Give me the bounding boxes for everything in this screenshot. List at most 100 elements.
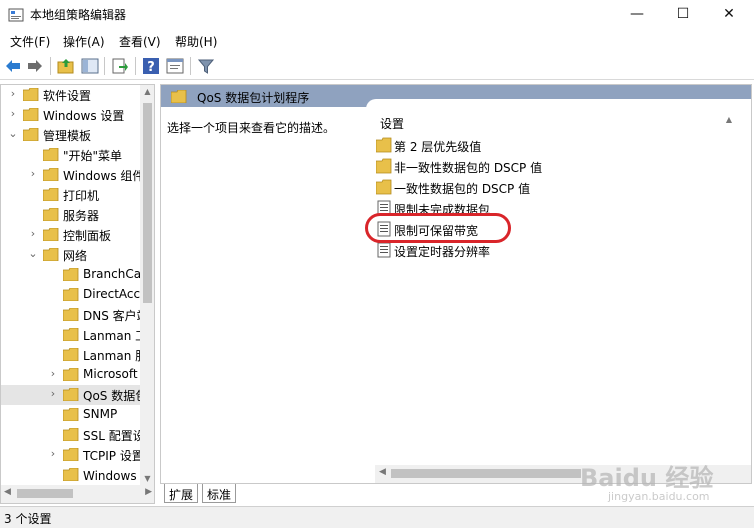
tree-item[interactable]: ⌄ 管理模板: [1, 125, 141, 145]
tree-item[interactable]: Windows 连接管理器: [1, 465, 141, 485]
menu-view[interactable]: 查看(V): [119, 33, 161, 50]
setting-label: 第 2 层优先级值: [394, 140, 482, 154]
chevron-right-icon[interactable]: [47, 287, 59, 301]
scroll-thumb[interactable]: [17, 489, 73, 498]
tree-item[interactable]: Lanman 服务器: [1, 345, 141, 365]
scroll-thumb[interactable]: [391, 469, 581, 478]
chevron-right-icon[interactable]: ›: [7, 107, 19, 121]
console-tree: › 软件设置 › Windows 设置 ⌄ 管理模板 "开始"菜单 › Windows 组件 打印…: [0, 84, 155, 504]
chevron-right-icon[interactable]: ›: [27, 227, 39, 241]
tree-item[interactable]: › Windows 组件: [1, 165, 141, 185]
folder-icon: [376, 158, 392, 174]
tree-item[interactable]: DirectAccess: [1, 285, 141, 305]
folder-icon: [63, 408, 79, 421]
tree-item[interactable]: › Windows 设置: [1, 105, 141, 125]
folder-icon: [63, 308, 79, 321]
properties-icon[interactable]: [166, 57, 184, 75]
chevron-right-icon[interactable]: [47, 427, 59, 441]
setting-row[interactable]: 第 2 层优先级值: [376, 135, 676, 155]
highlight-annotation: [365, 213, 511, 243]
chevron-right-icon[interactable]: ›: [47, 387, 59, 401]
scroll-right-arrow-icon[interactable]: ▶: [145, 487, 152, 497]
minimize-button[interactable]: —: [614, 0, 660, 30]
tree-item[interactable]: 服务器: [1, 205, 141, 225]
settings-column-header[interactable]: 设置: [380, 115, 404, 132]
chevron-down-icon[interactable]: ⌄: [27, 247, 39, 261]
tree-item[interactable]: Lanman 工作站: [1, 325, 141, 345]
folder-icon: [63, 428, 79, 441]
scroll-thumb[interactable]: [143, 103, 152, 303]
scroll-up-arrow-icon[interactable]: ▲: [721, 115, 737, 124]
tree-item[interactable]: › TCPIP 设置: [1, 445, 141, 465]
chevron-right-icon[interactable]: [47, 407, 59, 421]
scroll-down-arrow-icon[interactable]: ▼: [140, 474, 154, 483]
tree-item[interactable]: SNMP: [1, 405, 141, 425]
toolbar-separator: [104, 57, 105, 75]
toolbar: ?: [0, 53, 754, 80]
scroll-left-arrow-icon[interactable]: ◀: [4, 487, 11, 497]
tree-item[interactable]: BranchCache: [1, 265, 141, 285]
tab-extended[interactable]: 扩展: [164, 484, 199, 503]
chevron-right-icon[interactable]: [27, 147, 39, 161]
folder-icon: [63, 328, 79, 341]
tree-item[interactable]: DNS 客户端: [1, 305, 141, 325]
tree-item-label: QoS 数据包计划程序: [83, 389, 141, 403]
tab-standard[interactable]: 标准: [202, 484, 237, 503]
menu-help[interactable]: 帮助(H): [175, 33, 217, 50]
tree-vertical-scrollbar[interactable]: ▲ ▼: [140, 85, 154, 485]
tree-item[interactable]: 打印机: [1, 185, 141, 205]
tree-item-label: 管理模板: [43, 129, 92, 143]
back-arrow-icon[interactable]: [4, 57, 22, 75]
tree-item[interactable]: › 控制面板: [1, 225, 141, 245]
baidu-watermark-url: jingyan.baidu.com: [608, 490, 710, 503]
folder-icon: [43, 248, 59, 261]
window-title: 本地组策略编辑器: [30, 8, 127, 22]
chevron-down-icon[interactable]: ⌄: [7, 127, 19, 141]
export-list-icon[interactable]: [111, 57, 129, 75]
setting-row[interactable]: 一致性数据包的 DSCP 值: [376, 177, 676, 197]
tree-item[interactable]: › Microsoft: [1, 365, 141, 385]
folder-icon: [376, 137, 392, 153]
folder-icon: [63, 388, 79, 401]
tree-item[interactable]: "开始"菜单: [1, 145, 141, 165]
tree-item[interactable]: › QoS 数据包计划程序: [1, 385, 141, 405]
menu-bar: 文件(F) 操作(A) 查看(V) 帮助(H): [0, 30, 754, 52]
tree-item[interactable]: ⌄ 网络: [1, 245, 141, 265]
filter-icon[interactable]: [197, 57, 215, 75]
details-title: QoS 数据包计划程序: [197, 91, 310, 105]
setting-row[interactable]: 设置定时器分辨率: [376, 240, 676, 260]
chevron-right-icon[interactable]: ›: [47, 447, 59, 461]
tree-item-label: DNS 客户端: [83, 309, 141, 323]
setting-row[interactable]: 非一致性数据包的 DSCP 值: [376, 156, 676, 176]
chevron-right-icon[interactable]: [27, 187, 39, 201]
tree-item-label: Windows 设置: [43, 109, 125, 123]
chevron-right-icon[interactable]: ›: [7, 87, 19, 101]
menu-action[interactable]: 操作(A): [63, 33, 105, 50]
tree-item-label: DirectAccess: [83, 287, 141, 301]
svg-text:?: ?: [147, 60, 155, 75]
folder-icon: [23, 128, 39, 141]
up-folder-icon[interactable]: [57, 57, 75, 75]
forward-arrow-icon[interactable]: [26, 57, 44, 75]
chevron-right-icon[interactable]: [47, 267, 59, 281]
maximize-button[interactable]: ☐: [660, 0, 706, 30]
chevron-right-icon[interactable]: [27, 207, 39, 221]
scroll-up-arrow-icon[interactable]: ▲: [140, 87, 154, 96]
folder-icon: [63, 368, 79, 381]
details-vertical-scrollbar[interactable]: ▲: [721, 107, 737, 463]
close-button[interactable]: ✕: [706, 0, 752, 30]
chevron-right-icon[interactable]: ›: [47, 367, 59, 381]
help-icon[interactable]: ?: [142, 57, 160, 75]
folder-icon: [23, 88, 39, 101]
chevron-right-icon[interactable]: [47, 467, 59, 481]
chevron-right-icon[interactable]: [47, 327, 59, 341]
chevron-right-icon[interactable]: ›: [27, 167, 39, 181]
chevron-right-icon[interactable]: [47, 307, 59, 321]
show-hide-tree-icon[interactable]: [81, 57, 99, 75]
tree-item[interactable]: › 软件设置: [1, 85, 141, 105]
chevron-right-icon[interactable]: [47, 347, 59, 361]
tree-horizontal-scrollbar[interactable]: ◀ ▶: [1, 485, 154, 503]
scroll-left-arrow-icon[interactable]: ◀: [379, 467, 386, 477]
menu-file[interactable]: 文件(F): [10, 33, 50, 50]
tree-item[interactable]: SSL 配置设置: [1, 425, 141, 445]
